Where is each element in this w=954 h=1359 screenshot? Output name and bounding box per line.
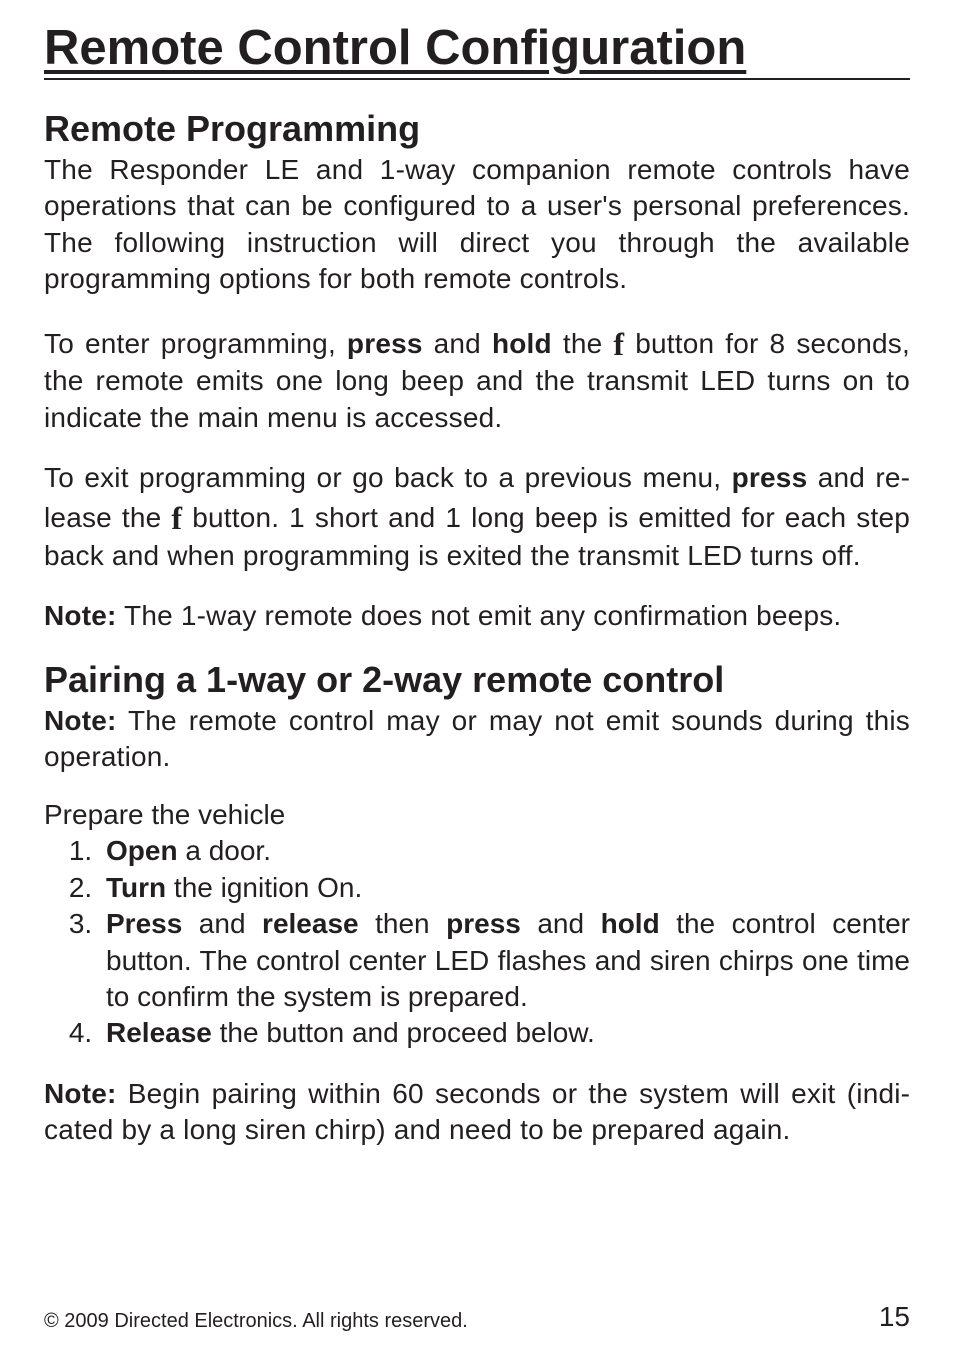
- note-text: The 1-way remote does not emit any confi…: [117, 600, 842, 631]
- section-heading-remote-programming: Remote Programming: [44, 108, 910, 150]
- footer: © 2009 Directed Electronics. All rights …: [44, 1301, 910, 1333]
- text: and: [423, 328, 492, 359]
- text: the button and proceed below.: [212, 1017, 595, 1048]
- note-label: Note:: [44, 1078, 117, 1109]
- text-bold: Release: [106, 1017, 212, 1048]
- text: the: [552, 328, 614, 359]
- note-label: Note:: [44, 600, 117, 631]
- text: and: [182, 908, 262, 939]
- text-bold: press: [347, 328, 423, 359]
- list-item: Release the button and proceed below.: [100, 1015, 910, 1051]
- aux-button-icon: f: [171, 500, 182, 536]
- paragraph: To enter programming, press and hold the…: [44, 322, 910, 436]
- note-text: The remote control may or may not emit s…: [44, 705, 910, 772]
- text-bold: press: [446, 908, 521, 939]
- note: Note: The remote control may or may not …: [44, 703, 910, 776]
- list-item: Turn the ignition On.: [100, 870, 910, 906]
- text-bold: Press: [106, 908, 182, 939]
- text-bold: hold: [601, 908, 660, 939]
- note: Note: Begin pairing within 60 seconds or…: [44, 1076, 910, 1149]
- page-title: Remote Control Configuration: [44, 20, 910, 80]
- list-item: Open a door.: [100, 833, 910, 869]
- note: Note: The 1-way remote does not emit any…: [44, 598, 910, 634]
- list-item: Press and release then press and hold th…: [100, 906, 910, 1015]
- note-label: Note:: [44, 705, 117, 736]
- copyright: © 2009 Directed Electronics. All rights …: [44, 1310, 468, 1333]
- text: then: [359, 908, 447, 939]
- page-number: 15: [879, 1301, 910, 1333]
- text: and: [521, 908, 601, 939]
- text: the ignition On.: [166, 872, 362, 903]
- aux-button-icon: f: [613, 326, 624, 362]
- section-heading-pairing: Pairing a 1-way or 2-way remote control: [44, 659, 910, 701]
- text-bold: Open: [106, 835, 178, 866]
- note-text: Begin pairing within 60 seconds or the s…: [44, 1078, 910, 1145]
- text-bold: hold: [492, 328, 552, 359]
- paragraph: To exit programming or go back to a prev…: [44, 460, 910, 574]
- text: To exit programming or go back to a prev…: [44, 462, 732, 493]
- text-bold: press: [732, 462, 808, 493]
- sub-heading-prepare-vehicle: Prepare the vehicle: [44, 799, 910, 831]
- steps-list: Open a door. Turn the ignition On. Press…: [44, 833, 910, 1051]
- text-bold: Turn: [106, 872, 166, 903]
- page: Remote Control Configuration Remote Prog…: [0, 0, 954, 1359]
- text: To enter programming,: [44, 328, 347, 359]
- text-bold: release: [262, 908, 359, 939]
- text: a door.: [178, 835, 271, 866]
- paragraph: The Responder LE and 1-way companion rem…: [44, 152, 910, 298]
